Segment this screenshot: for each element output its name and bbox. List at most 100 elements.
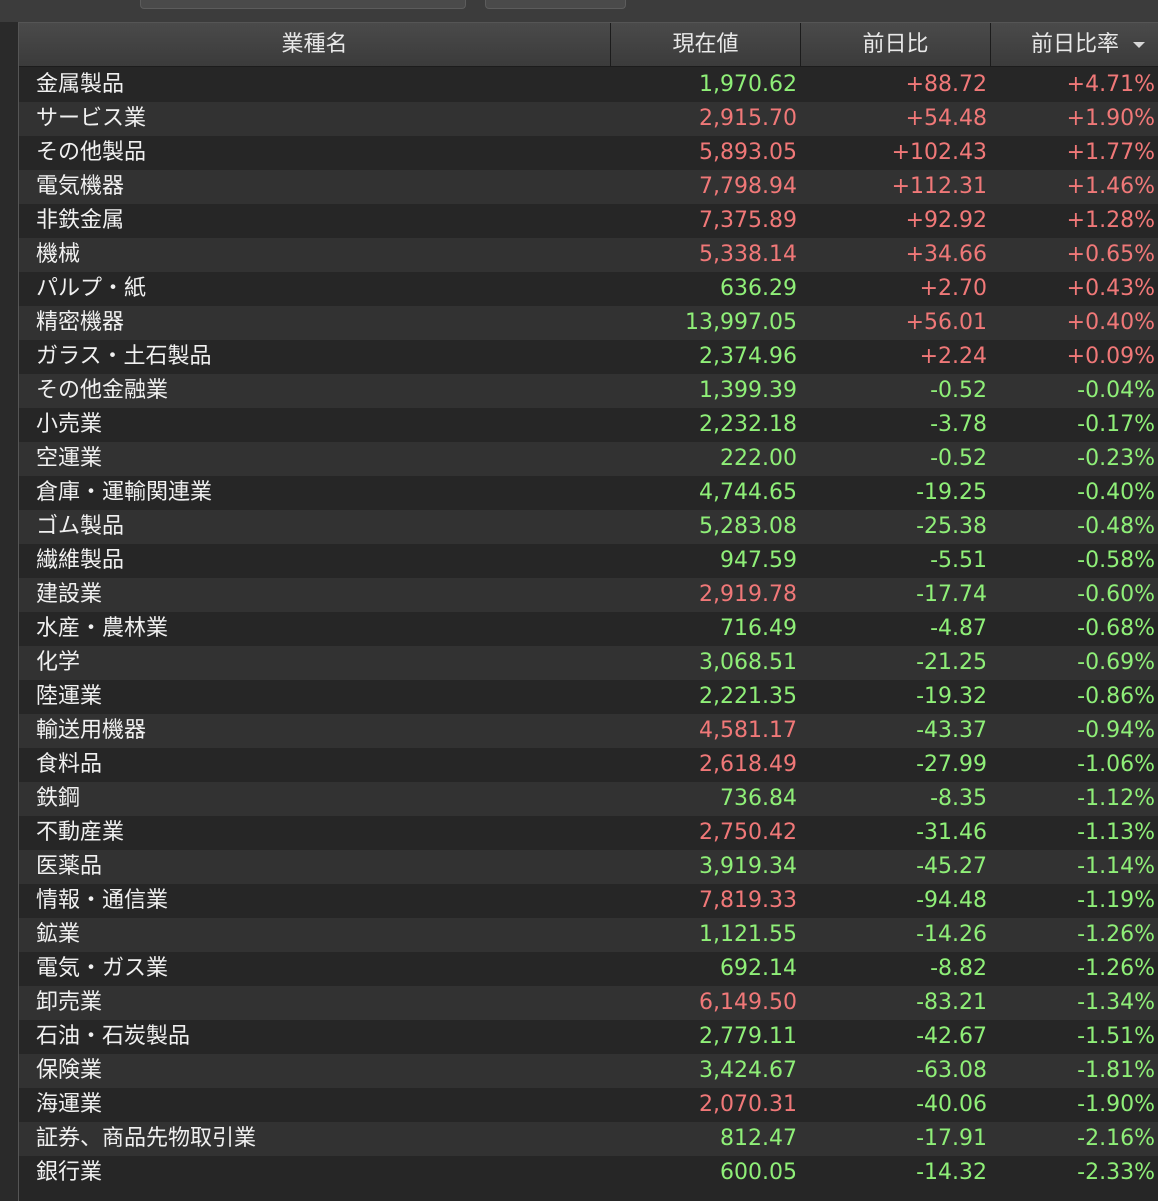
table-row[interactable]: 建設業 2,919.78 -17.74 -0.60% <box>19 578 1158 612</box>
table-row[interactable]: ガラス・土石製品 2,374.96 +2.24 +0.09% <box>19 340 1158 374</box>
table-row[interactable]: 繊維製品 947.59 -5.51 -0.58% <box>19 544 1158 578</box>
sort-descending-icon[interactable] <box>1133 42 1145 48</box>
current-price: 3,068.51 <box>699 650 797 675</box>
current-price: 2,374.96 <box>699 344 797 369</box>
current-price: 2,915.70 <box>699 106 797 131</box>
column-header-price[interactable]: 現在値 <box>611 23 801 66</box>
sector-name: 空運業 <box>36 446 103 471</box>
sector-name: 電気・ガス業 <box>36 956 169 981</box>
price-change-pct: -0.94% <box>1077 718 1155 743</box>
current-price: 5,283.08 <box>699 514 797 539</box>
price-change: -40.06 <box>916 1092 987 1117</box>
table-row[interactable]: 機械 5,338.14 +34.66 +0.65% <box>19 238 1158 272</box>
price-change: -21.25 <box>916 650 987 675</box>
price-change-pct: -0.68% <box>1077 616 1155 641</box>
table-row[interactable]: 水産・農林業 716.49 -4.87 -0.68% <box>19 612 1158 646</box>
price-change-pct: -0.69% <box>1077 650 1155 675</box>
table-row[interactable]: 輸送用機器 4,581.17 -43.37 -0.94% <box>19 714 1158 748</box>
sector-name: ゴム製品 <box>36 514 125 539</box>
table-row[interactable]: 不動産業 2,750.42 -31.46 -1.13% <box>19 816 1158 850</box>
sector-name: 証券、商品先物取引業 <box>36 1126 257 1151</box>
table-row[interactable]: 石油・石炭製品 2,779.11 -42.67 -1.51% <box>19 1020 1158 1054</box>
price-change-pct: -0.48% <box>1077 514 1155 539</box>
sector-table: 業種名 現在値 前日比 前日比率 金属製品 1,970.62 +88.72 +4.71… <box>18 22 1158 1201</box>
price-change-pct: +1.77% <box>1066 140 1155 165</box>
table-row[interactable]: 小売業 2,232.18 -3.78 -0.17% <box>19 408 1158 442</box>
sector-name: 鉱業 <box>36 922 81 947</box>
table-row[interactable]: 情報・通信業 7,819.33 -94.48 -1.19% <box>19 884 1158 918</box>
price-change: +92.92 <box>905 208 987 233</box>
toolbar-button-left[interactable] <box>140 0 466 9</box>
current-price: 2,750.42 <box>699 820 797 845</box>
table-row[interactable]: 証券、商品先物取引業 812.47 -17.91 -2.16% <box>19 1122 1158 1156</box>
current-price: 7,375.89 <box>699 208 797 233</box>
table-row[interactable]: 鉄鋼 736.84 -8.35 -1.12% <box>19 782 1158 816</box>
column-header-change[interactable]: 前日比 <box>801 23 991 66</box>
price-change: -63.08 <box>916 1058 987 1083</box>
price-change-pct: -1.19% <box>1077 888 1155 913</box>
table-row[interactable]: 非鉄金属 7,375.89 +92.92 +1.28% <box>19 204 1158 238</box>
sector-name: 繊維製品 <box>36 548 125 573</box>
price-change: -31.46 <box>916 820 987 845</box>
price-change-pct: -2.33% <box>1077 1160 1155 1185</box>
table-row[interactable]: 倉庫・運輸関連業 4,744.65 -19.25 -0.40% <box>19 476 1158 510</box>
price-change-pct: +0.09% <box>1066 344 1155 369</box>
price-change-pct: -1.51% <box>1077 1024 1155 1049</box>
sector-name: パルプ・紙 <box>36 276 147 301</box>
column-header-name[interactable]: 業種名 <box>19 23 611 66</box>
price-change: -27.99 <box>916 752 987 777</box>
table-row[interactable]: 鉱業 1,121.55 -14.26 -1.26% <box>19 918 1158 952</box>
sector-name: 不動産業 <box>36 820 125 845</box>
price-change: -43.37 <box>916 718 987 743</box>
table-row[interactable]: その他金融業 1,399.39 -0.52 -0.04% <box>19 374 1158 408</box>
table-row[interactable]: 銀行業 600.05 -14.32 -2.33% <box>19 1156 1158 1190</box>
current-price: 4,581.17 <box>699 718 797 743</box>
price-change: -45.27 <box>916 854 987 879</box>
table-row[interactable]: 電気・ガス業 692.14 -8.82 -1.26% <box>19 952 1158 986</box>
price-change: -5.51 <box>930 548 987 573</box>
table-row[interactable]: 金属製品 1,970.62 +88.72 +4.71% <box>19 68 1158 102</box>
sector-name: 卸売業 <box>36 990 103 1015</box>
current-price: 7,819.33 <box>699 888 797 913</box>
table-row[interactable]: 空運業 222.00 -0.52 -0.23% <box>19 442 1158 476</box>
table-row[interactable]: 医薬品 3,919.34 -45.27 -1.14% <box>19 850 1158 884</box>
table-row[interactable]: 精密機器 13,997.05 +56.01 +0.40% <box>19 306 1158 340</box>
price-change-pct: +0.43% <box>1066 276 1155 301</box>
price-change-pct: -1.90% <box>1077 1092 1155 1117</box>
table-row[interactable]: サービス業 2,915.70 +54.48 +1.90% <box>19 102 1158 136</box>
table-row[interactable]: 化学 3,068.51 -21.25 -0.69% <box>19 646 1158 680</box>
current-price: 5,893.05 <box>699 140 797 165</box>
price-change-pct: -1.14% <box>1077 854 1155 879</box>
column-header-change-pct[interactable]: 前日比率 <box>991 23 1158 66</box>
table-row[interactable]: 食料品 2,618.49 -27.99 -1.06% <box>19 748 1158 782</box>
price-change: +2.70 <box>919 276 987 301</box>
table-row[interactable]: その他製品 5,893.05 +102.43 +1.77% <box>19 136 1158 170</box>
table-row[interactable]: ゴム製品 5,283.08 -25.38 -0.48% <box>19 510 1158 544</box>
price-change: -83.21 <box>916 990 987 1015</box>
price-change: +56.01 <box>905 310 987 335</box>
table-row[interactable]: 保険業 3,424.67 -63.08 -1.81% <box>19 1054 1158 1088</box>
price-change: -17.91 <box>916 1126 987 1151</box>
price-change-pct: +0.65% <box>1066 242 1155 267</box>
table-row[interactable]: 卸売業 6,149.50 -83.21 -1.34% <box>19 986 1158 1020</box>
price-change: -25.38 <box>916 514 987 539</box>
table-row[interactable]: 電気機器 7,798.94 +112.31 +1.46% <box>19 170 1158 204</box>
current-price: 1,399.39 <box>699 378 797 403</box>
table-row[interactable]: パルプ・紙 636.29 +2.70 +0.43% <box>19 272 1158 306</box>
sector-name: 建設業 <box>36 582 103 607</box>
sector-name: 精密機器 <box>36 310 125 335</box>
table-row[interactable]: 陸運業 2,221.35 -19.32 -0.86% <box>19 680 1158 714</box>
table-row[interactable]: 海運業 2,070.31 -40.06 -1.90% <box>19 1088 1158 1122</box>
price-change-pct: -0.23% <box>1077 446 1155 471</box>
sector-name: 電気機器 <box>36 174 125 199</box>
price-change-pct: -2.16% <box>1077 1126 1155 1151</box>
price-change: -19.25 <box>916 480 987 505</box>
price-change-pct: -0.86% <box>1077 684 1155 709</box>
current-price: 1,121.55 <box>699 922 797 947</box>
price-change-pct: +0.40% <box>1066 310 1155 335</box>
price-change-pct: -1.34% <box>1077 990 1155 1015</box>
price-change-pct: -1.13% <box>1077 820 1155 845</box>
toolbar-button-right[interactable] <box>485 0 626 9</box>
current-price: 2,232.18 <box>699 412 797 437</box>
price-change: -14.32 <box>916 1160 987 1185</box>
